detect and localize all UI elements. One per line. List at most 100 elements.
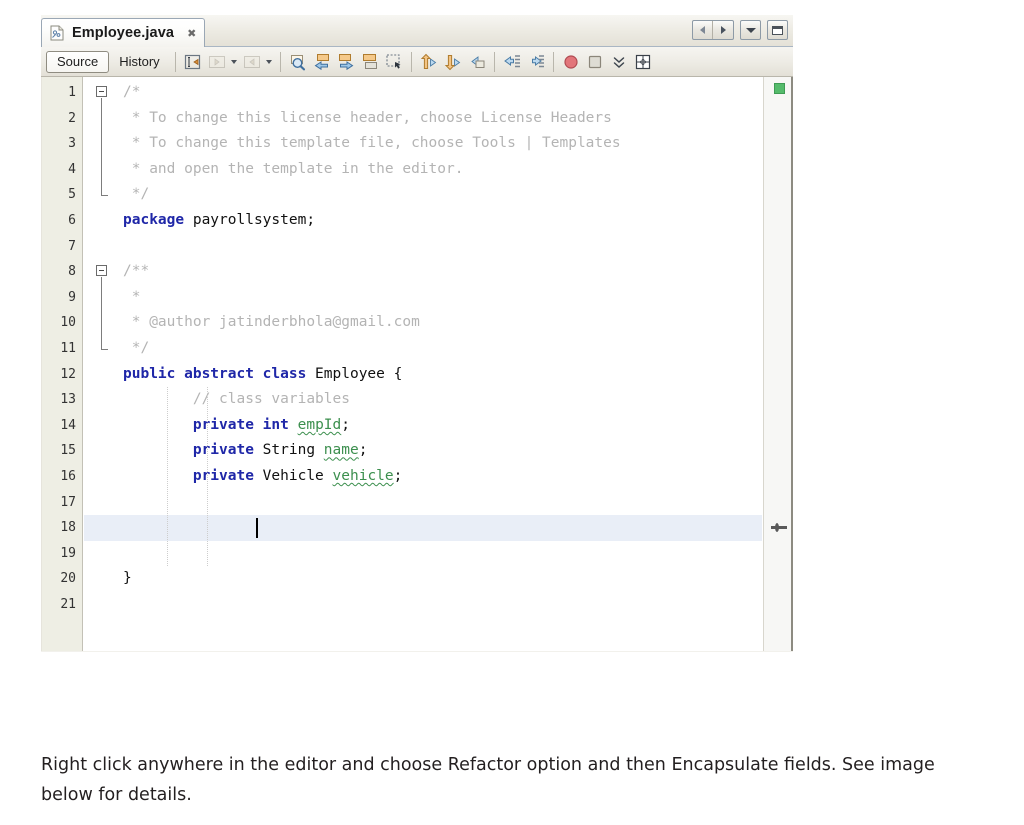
code-line-text: private Vehicle vehicle;: [84, 464, 402, 490]
close-icon[interactable]: ✖: [187, 28, 196, 39]
code-token: package: [123, 212, 184, 228]
code-token: ;: [394, 468, 403, 484]
instruction-caption: Right click anywhere in the editor and c…: [41, 750, 941, 810]
annotation-error-strip[interactable]: [763, 77, 793, 651]
status-marker-no-errors: [774, 83, 785, 94]
code-line[interactable]: private String name;: [84, 438, 762, 464]
code-token: [123, 442, 193, 458]
toolbar-separator: [411, 52, 412, 72]
code-token: }: [123, 570, 132, 586]
code-token: *: [123, 289, 140, 305]
shift-left-icon[interactable]: [500, 50, 524, 74]
line-number: 4: [68, 163, 76, 176]
forward-history-dropdown-icon[interactable]: [264, 50, 275, 74]
text-caret: [256, 518, 258, 538]
next-bookmark-icon[interactable]: [441, 50, 465, 74]
line-number: 19: [60, 547, 76, 560]
toggle-highlight-search-icon[interactable]: [358, 50, 382, 74]
code-line[interactable]: private Vehicle vehicle;: [84, 464, 762, 490]
document-tab-strip: Employee.java ✖: [41, 15, 793, 47]
code-line[interactable]: // class variables: [84, 387, 762, 413]
code-line[interactable]: */: [84, 336, 762, 362]
toggle-rectangular-icon[interactable]: [382, 50, 406, 74]
toggle-all-folds-icon[interactable]: [631, 50, 655, 74]
line-number: 2: [68, 112, 76, 125]
code-line-text: */: [84, 336, 149, 362]
tab-history[interactable]: History: [109, 51, 169, 73]
source-code-text[interactable]: /* * To change this license header, choo…: [84, 77, 762, 651]
code-token: * To change this license header, choose …: [123, 110, 612, 126]
tab-scroll-buttons[interactable]: [692, 20, 734, 40]
last-edit-forward-icon[interactable]: [240, 50, 264, 74]
code-token: private: [193, 442, 254, 458]
code-line[interactable]: [84, 541, 762, 567]
back-history-dropdown-icon[interactable]: [229, 50, 240, 74]
code-line[interactable]: * @author jatinderbhola@gmail.com: [84, 310, 762, 336]
code-token: ;: [341, 417, 350, 433]
document-tab-employee-java[interactable]: Employee.java ✖: [41, 18, 205, 47]
code-line[interactable]: * To change this license header, choose …: [84, 106, 762, 132]
code-line-text: * and open the template in the editor.: [84, 157, 463, 183]
code-line[interactable]: package payrollsystem;: [84, 208, 762, 234]
maximize-window-button[interactable]: [767, 20, 788, 40]
line-number-gutter: 123456789101112131415161718192021: [42, 77, 83, 651]
code-line[interactable]: }: [84, 566, 762, 592]
editor-toolbar: Source History: [41, 47, 793, 77]
code-line[interactable]: private int empId;: [84, 413, 762, 439]
document-tab-label: Employee.java: [72, 25, 174, 41]
code-line-text: private int empId;: [84, 413, 350, 439]
code-line[interactable]: * To change this template file, choose T…: [84, 131, 762, 157]
toolbar-separator: [553, 52, 554, 72]
find-selection-icon[interactable]: [286, 50, 310, 74]
window-controls: [692, 20, 788, 40]
code-token: // class variables: [123, 391, 350, 407]
toggle-rectangular-selection-icon[interactable]: [181, 50, 205, 74]
line-number: 8: [68, 265, 76, 278]
code-line[interactable]: */: [84, 182, 762, 208]
toolbar-separator: [280, 52, 281, 72]
toolbar-separator: [494, 52, 495, 72]
code-line[interactable]: [84, 490, 762, 516]
code-line[interactable]: [84, 515, 762, 541]
scroll-left-button[interactable]: [693, 21, 713, 39]
find-previous-icon[interactable]: [310, 50, 334, 74]
line-number: 21: [60, 598, 76, 611]
code-line[interactable]: /**: [84, 259, 762, 285]
code-line-text: * To change this license header, choose …: [84, 106, 612, 132]
last-edit-back-icon[interactable]: [205, 50, 229, 74]
start-macro-recording-icon[interactable]: [559, 50, 583, 74]
code-token: [123, 468, 193, 484]
previous-bookmark-icon[interactable]: [417, 50, 441, 74]
code-editor-area[interactable]: 123456789101112131415161718192021 /* * T…: [41, 77, 793, 651]
java-editor-window: Employee.java ✖ Source History: [41, 15, 793, 652]
code-line-text: }: [84, 566, 132, 592]
scroll-right-button[interactable]: [713, 21, 733, 39]
code-line[interactable]: /*: [84, 80, 762, 106]
code-token: /*: [123, 84, 140, 100]
shift-right-icon[interactable]: [524, 50, 548, 74]
line-number: 17: [60, 496, 76, 509]
code-line[interactable]: * and open the template in the editor.: [84, 157, 762, 183]
tab-source[interactable]: Source: [46, 51, 109, 73]
code-token: public abstract class: [123, 366, 306, 382]
code-line[interactable]: [84, 234, 762, 260]
code-line[interactable]: public abstract class Employee {: [84, 362, 762, 388]
find-next-icon[interactable]: [334, 50, 358, 74]
tab-list-dropdown-button[interactable]: [740, 20, 761, 40]
code-line[interactable]: *: [84, 285, 762, 311]
caret-position-marker: [771, 526, 787, 529]
stop-macro-recording-icon[interactable]: [583, 50, 607, 74]
code-line[interactable]: [84, 592, 762, 618]
line-number: 6: [68, 214, 76, 227]
line-number: 16: [60, 470, 76, 483]
expand-all-icon[interactable]: [607, 50, 631, 74]
toggle-bookmark-icon[interactable]: [465, 50, 489, 74]
code-line-text: private String name;: [84, 438, 367, 464]
java-file-icon: [49, 25, 65, 41]
code-line-text: public abstract class Employee {: [84, 362, 402, 388]
line-number: 11: [60, 342, 76, 355]
code-token: [123, 417, 193, 433]
code-line-text: /**: [84, 259, 149, 285]
line-number: 20: [60, 572, 76, 585]
line-number: 9: [68, 291, 76, 304]
